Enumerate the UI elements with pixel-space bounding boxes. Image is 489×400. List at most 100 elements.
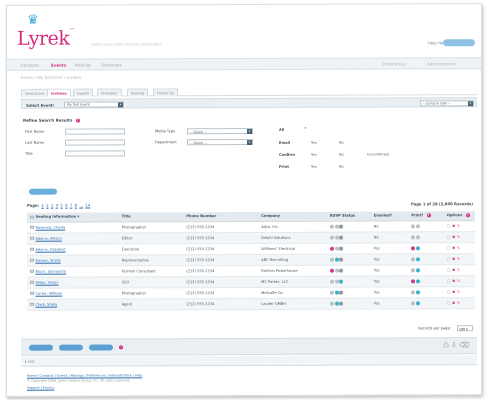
page-link[interactable]: 8: [75, 203, 77, 208]
event-select[interactable]: My Test Event ▾: [64, 100, 124, 108]
rsvp-status-dot[interactable]: [330, 246, 335, 251]
print-status-dot[interactable]: [415, 300, 420, 305]
invitee-name-link[interactable]: Bluch, Samantha: [36, 269, 67, 273]
invitee-name-link[interactable]: Adams, Gradient: [36, 247, 66, 251]
invitee-name-link[interactable]: Ravenna, Charla: [36, 225, 66, 229]
note-icon[interactable]: ▢: [447, 278, 451, 283]
col-title[interactable]: Title: [118, 212, 184, 222]
edit-icon[interactable]: ✎: [457, 278, 460, 283]
rsvp-status-dot[interactable]: [339, 224, 344, 229]
print-status-dot[interactable]: [411, 278, 416, 283]
page-link[interactable]: 4: [56, 203, 58, 208]
footer-links[interactable]: Home | Contacts | Events | Mailings | Pr…: [27, 373, 142, 377]
expand-icon[interactable]: ▸: [25, 360, 27, 364]
rsvp-status-dot[interactable]: [334, 246, 339, 251]
table-row[interactable]: Clark, Stella Agent (212) 555-1234 Lauder G…: [27, 297, 475, 310]
col-company[interactable]: Company: [258, 211, 328, 221]
page-link[interactable]: ...: [79, 203, 83, 208]
note-icon[interactable]: ▢: [447, 256, 451, 261]
col-seating[interactable]: Seating Information ▾: [27, 212, 119, 222]
invitee-name-link[interactable]: Clark, Stella: [36, 302, 58, 306]
rsvp-status-dot[interactable]: [339, 246, 344, 251]
title-input[interactable]: [65, 150, 125, 157]
help-icon[interactable]: ?: [119, 345, 123, 350]
note-icon[interactable]: ▢: [447, 234, 451, 239]
rsvp-status-dot[interactable]: [334, 279, 339, 284]
confirm-unconfirmed[interactable]: Unconfirmed: [367, 152, 389, 156]
edit-icon[interactable]: ✎: [457, 234, 460, 239]
tab-invitation[interactable]: Invitation: [97, 88, 122, 97]
print-status-dot[interactable]: [411, 223, 416, 228]
page-link[interactable]: 6: [65, 203, 67, 208]
print-icon[interactable]: ⎙: [443, 341, 449, 349]
confirm-yes[interactable]: Yes: [311, 153, 316, 157]
print-status-dot[interactable]: [415, 256, 420, 261]
print-status-dot[interactable]: [411, 245, 416, 250]
trash-icon[interactable]: ⌫: [459, 341, 469, 349]
confirm-no[interactable]: No: [339, 153, 344, 157]
edit-icon[interactable]: ✎: [457, 267, 460, 272]
note-icon[interactable]: ▢: [447, 300, 451, 305]
print-status-dot[interactable]: [411, 300, 416, 305]
department-select[interactable]: -- Select -- ▾: [187, 138, 253, 146]
rsvp-status-dot[interactable]: [339, 290, 344, 295]
nav-administration[interactable]: Administration: [427, 61, 456, 66]
tab-invitees[interactable]: Invitees: [47, 88, 71, 97]
nav-mailings[interactable]: Mailings: [75, 63, 91, 68]
delete-icon[interactable]: ✖: [452, 278, 455, 283]
rsvp-status-dot[interactable]: [334, 301, 339, 306]
first-name-input[interactable]: [65, 128, 125, 135]
rsvp-status-dot[interactable]: [330, 268, 335, 273]
tab-follow-up[interactable]: Follow Up: [153, 88, 178, 97]
email-no[interactable]: No: [339, 141, 344, 145]
rsvp-status-dot[interactable]: [330, 279, 335, 284]
print-status-dot[interactable]: [411, 256, 416, 261]
rsvp-status-dot[interactable]: [339, 235, 344, 240]
invitee-name-link[interactable]: Blake, Vivian: [36, 280, 59, 284]
nav-preferences[interactable]: Preferences: [383, 61, 407, 66]
delete-icon[interactable]: ✖: [452, 234, 455, 239]
page-link[interactable]: 1: [41, 203, 43, 208]
delete-icon[interactable]: ✖: [452, 256, 455, 261]
print-status-dot[interactable]: [415, 223, 420, 228]
row-checkbox[interactable]: [30, 236, 34, 240]
row-checkbox[interactable]: [30, 258, 34, 262]
rsvp-status-dot[interactable]: [339, 301, 344, 306]
action-button-1[interactable]: [29, 344, 53, 351]
note-icon[interactable]: ▢: [447, 245, 451, 250]
tab-view-event[interactable]: View Event: [21, 88, 49, 97]
nav-showroom[interactable]: Showroom: [101, 62, 122, 67]
nav-events[interactable]: Events: [51, 63, 66, 68]
col-print[interactable]: Print? ?: [408, 211, 444, 221]
rsvp-status-dot[interactable]: [334, 268, 339, 273]
page-link[interactable]: 14: [85, 203, 90, 208]
rsvp-status-dot[interactable]: [339, 257, 344, 262]
rsvp-status-dot[interactable]: [330, 224, 335, 229]
print-status-dot[interactable]: [415, 278, 420, 283]
tab-guests[interactable]: Guests: [73, 88, 94, 97]
row-checkbox[interactable]: [30, 247, 34, 251]
print-status-dot[interactable]: [415, 234, 420, 239]
invitee-name-link[interactable]: Carter, William: [36, 291, 63, 295]
help-icon[interactable]: ?: [465, 213, 470, 218]
print-status-dot[interactable]: [415, 267, 420, 272]
delete-icon[interactable]: ✖: [452, 245, 455, 250]
print-no[interactable]: No: [339, 165, 344, 169]
page-link[interactable]: 3: [51, 203, 53, 208]
note-icon[interactable]: ▢: [447, 223, 451, 228]
row-checkbox[interactable]: [30, 302, 34, 306]
rsvp-status-dot[interactable]: [334, 224, 339, 229]
tab-seating[interactable]: Seating: [127, 88, 149, 97]
rsvp-status-dot[interactable]: [339, 279, 344, 284]
logout-button[interactable]: [443, 39, 475, 47]
note-icon[interactable]: ▢: [447, 267, 451, 272]
invitee-name-link[interactable]: Baroes, Shells: [36, 258, 61, 262]
action-button-3[interactable]: [89, 344, 113, 351]
records-per-page-select[interactable]: 100 ▾: [457, 325, 473, 332]
export-icon[interactable]: ⇩: [451, 341, 457, 349]
all-option[interactable]: All: [279, 128, 284, 132]
note-icon[interactable]: ▢: [447, 289, 451, 294]
delete-icon[interactable]: ✖: [452, 223, 455, 228]
page-link[interactable]: 5: [60, 203, 62, 208]
edit-icon[interactable]: ✎: [457, 300, 460, 305]
